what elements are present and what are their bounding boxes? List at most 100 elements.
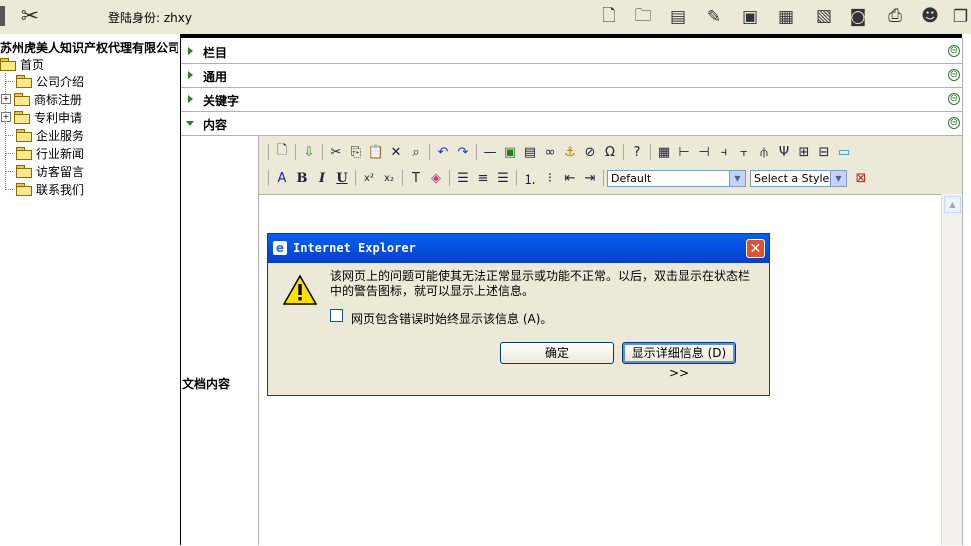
table-icon[interactable]: ▦ [654, 142, 674, 162]
ordered-list-icon[interactable]: ⒈ [520, 168, 540, 188]
style-select[interactable]: Select a Style ▼ [750, 169, 847, 187]
tree-item-patent[interactable]: + 专利申请 [1, 108, 82, 126]
tree-item-enterprise-service[interactable]: 企业服务 [5, 126, 84, 144]
bold-button[interactable]: B [292, 168, 312, 188]
show-borders-icon[interactable]: ▭ [834, 142, 854, 162]
new-doc-icon[interactable]: 🗋 [272, 142, 292, 162]
italic-button[interactable]: I [312, 168, 332, 188]
separator [603, 170, 604, 186]
help-icon[interactable]: ? [627, 142, 647, 162]
remove-format-icon[interactable]: ⊠ [851, 168, 871, 188]
separator [355, 170, 356, 186]
unlink-icon[interactable]: ⊘ [580, 142, 600, 162]
highlight-color-icon[interactable]: ◈ [426, 168, 446, 188]
tree-item-guestbook[interactable]: 访客留言 [5, 162, 84, 180]
outdent-icon[interactable]: ⇤ [560, 168, 580, 188]
image-icon[interactable]: ▣ [500, 142, 520, 162]
paste-icon[interactable]: 📋 [366, 142, 386, 162]
cell-props-icon[interactable]: ⊟ [814, 142, 834, 162]
redo-icon[interactable]: ↷ [453, 142, 473, 162]
insert-row-icon[interactable]: ⫟ [734, 142, 754, 162]
tree-item-contact[interactable]: 联系我们 [5, 180, 84, 198]
underline-button[interactable]: U [332, 168, 352, 188]
chevron-down-icon[interactable]: ▼ [729, 170, 745, 186]
undo-icon[interactable]: ↶ [433, 142, 453, 162]
cut-icon[interactable]: ✂ [326, 142, 346, 162]
toggle-icon[interactable]: ⊖ [948, 93, 960, 105]
superscript-icon[interactable]: x² [359, 168, 379, 188]
toggle-icon[interactable]: ⊖ [948, 45, 960, 57]
toggle-icon[interactable]: ⊖ [948, 117, 960, 129]
table-props-icon[interactable]: ⊞ [794, 142, 814, 162]
align-right-icon[interactable]: ☰ [493, 168, 513, 188]
folder-icon [16, 75, 32, 88]
separator [476, 144, 477, 160]
insert-column-after-icon[interactable]: ⊣ [694, 142, 714, 162]
merge-cells-icon[interactable]: ⫛ [754, 142, 774, 162]
find-icon[interactable]: ⌕ [406, 142, 426, 162]
copy-icon[interactable]: ⎘ [346, 142, 366, 162]
always-show-checkbox[interactable] [330, 309, 343, 322]
tree-item-label: 专利申请 [34, 110, 83, 125]
insert-column-before-icon[interactable]: ⊢ [674, 142, 694, 162]
scroll-up-icon[interactable]: ▲ [944, 196, 961, 213]
layout-icon[interactable]: ▦ [774, 5, 798, 29]
expand-icon[interactable]: + [1, 94, 11, 104]
anchor-icon[interactable]: ⚓ [560, 142, 580, 162]
chevron-down-icon[interactable]: ▼ [830, 170, 846, 186]
tree-item-industry-news[interactable]: 行业新闻 [5, 144, 84, 162]
new-doc-icon[interactable]: 🗋 [597, 5, 621, 29]
tools-icon[interactable]: ✂ [16, 2, 44, 30]
document-content-label: 文档内容 [182, 377, 231, 391]
delete-icon[interactable]: ✕ [386, 142, 406, 162]
unordered-list-icon[interactable]: ⁝ [540, 168, 560, 188]
format-select[interactable]: Default ▼ [607, 169, 746, 187]
section-content[interactable]: 内容 ⊖ [181, 112, 962, 136]
toggle-icon[interactable]: ⊖ [948, 69, 960, 81]
dialog-titlebar[interactable]: e Internet Explorer ✕ [268, 234, 769, 263]
split-cells-icon[interactable]: Ψ [774, 142, 794, 162]
printer-icon[interactable]: ⎙ [881, 2, 909, 30]
site-tree: 苏州虎美人知识产权代理有限公司 首页 公司介绍 + 商标注册 + 专利申请 企业… [0, 38, 180, 545]
company-name: 苏州虎美人知识产权代理有限公司 [0, 41, 178, 55]
always-show-label[interactable]: 网页包含错误时始终显示该信息 (A)。 [351, 310, 552, 327]
delete-column-icon[interactable]: ⫞ [714, 142, 734, 162]
open-folder-icon[interactable]: 🗀 [631, 5, 655, 29]
section-keywords[interactable]: 关键字 ⊖ [181, 88, 962, 112]
warning-icon [283, 274, 317, 305]
text-color-icon[interactable]: T [406, 168, 426, 188]
section-label: 内容 [203, 118, 228, 132]
indent-icon[interactable]: ⇥ [580, 168, 600, 188]
tree-root[interactable]: 首页 [0, 55, 44, 73]
document-icon[interactable]: ▤ [520, 142, 540, 162]
camera-icon[interactable]: ◙ [846, 5, 870, 29]
clean-format-icon[interactable]: A [272, 168, 292, 188]
link-icon[interactable]: ∞ [540, 142, 560, 162]
editor-scrollbar[interactable]: ▲ [941, 194, 962, 545]
expand-icon[interactable]: + [1, 112, 11, 122]
section-column[interactable]: 栏目 ⊖ [181, 40, 962, 64]
image-doc-icon[interactable]: ▧ [810, 2, 838, 30]
align-center-icon[interactable]: ≡ [473, 168, 493, 188]
folder-icon [14, 93, 30, 106]
horizontal-rule-icon[interactable]: — [480, 142, 500, 162]
subscript-icon[interactable]: x₂ [379, 168, 399, 188]
cards-icon[interactable]: ▣ [738, 5, 762, 29]
style-select-value: Select a Style [754, 171, 830, 185]
ok-button[interactable]: 确定 [500, 342, 614, 364]
toolbar-edge [0, 6, 5, 26]
special-char-icon[interactable]: Ω [600, 142, 620, 162]
document-icon[interactable]: ▤ [666, 5, 690, 29]
folder-icon [16, 183, 32, 196]
tree-item-trademark[interactable]: + 商标注册 [1, 90, 82, 108]
section-general[interactable]: 通用 ⊖ [181, 64, 962, 88]
tree-item-company-intro[interactable]: 公司介绍 [5, 72, 84, 90]
section-label: 栏目 [203, 46, 228, 60]
edit-icon[interactable]: ✎ [702, 5, 726, 29]
users-icon[interactable]: ☻ [915, 2, 945, 30]
show-details-button[interactable]: 显示详细信息 (D) >> [622, 342, 736, 380]
download-icon[interactable]: ⇩ [299, 142, 319, 162]
pages-icon[interactable]: ❐ [950, 5, 971, 29]
close-icon[interactable]: ✕ [746, 239, 765, 258]
align-left-icon[interactable]: ☰ [453, 168, 473, 188]
